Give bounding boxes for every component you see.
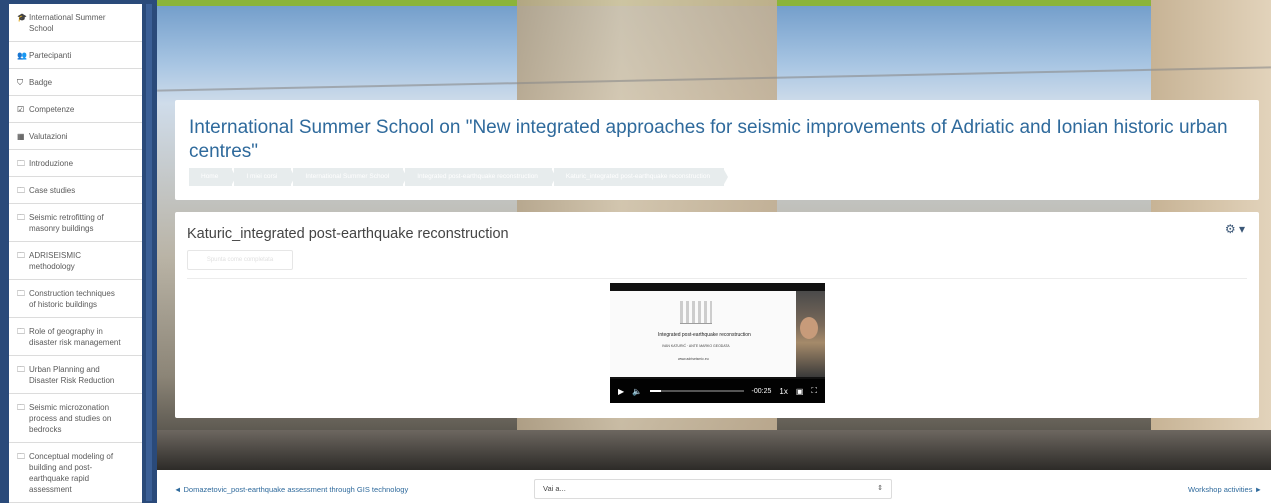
select-caret-icon: ⇕ (877, 485, 883, 492)
sidebar-item-conceptual-modeling[interactable]: 🗀 Conceptual modeling of building and pos… (9, 443, 142, 503)
sidebar-item-competenze[interactable]: ☑ Competenze (9, 96, 142, 123)
volume-icon[interactable]: 🔈 (632, 387, 642, 396)
sidebar-item-role-of-geography[interactable]: 🗀 Role of geography in disaster risk mana… (9, 318, 142, 356)
users-icon: 👥 (17, 51, 27, 60)
sidebar-item-urban-planning[interactable]: 🗀 Urban Planning and Disaster Risk Reduct… (9, 356, 142, 394)
slide-url: www.adriseismic.eu (678, 357, 709, 361)
folder-icon: 🗀 (17, 251, 25, 260)
folder-icon: 🗀 (17, 365, 25, 374)
folder-icon: 🗀 (17, 327, 25, 336)
course-index: 🎓 International Summer School 👥 Partecipan… (9, 4, 142, 503)
jump-to-select[interactable]: Vai a... ⇕ (534, 479, 892, 499)
pip-icon[interactable]: ▣ (796, 387, 804, 396)
video-slide: Integrated post-earthquake reconstructio… (610, 291, 796, 377)
folder-icon: 🗀 (17, 159, 25, 168)
sidebar-scrollbar[interactable] (146, 4, 152, 501)
playback-rate-button[interactable]: 1x (779, 387, 787, 396)
folder-icon: 🗀 (17, 213, 25, 222)
mark-done-button[interactable]: Spunta come completata (187, 250, 293, 270)
folder-icon: 🗀 (17, 403, 25, 412)
skyline-illustration (680, 301, 712, 324)
next-activity-link[interactable]: Workshop activities ► (1188, 485, 1262, 494)
sidebar-item-introduzione[interactable]: 🗀 Introduzione (9, 150, 142, 177)
hero-bottom (157, 430, 1271, 470)
sidebar-item-badge[interactable]: ⛉ Badge (9, 69, 142, 96)
page-header: International Summer School on "New inte… (175, 100, 1259, 200)
breadcrumb: Home I miei corsi International Summer S… (189, 168, 729, 186)
sidebar-item-case-studies[interactable]: 🗀 Case studies (9, 177, 142, 204)
folder-icon: 🗀 (17, 289, 25, 298)
activity-card: Katuric_integrated post-earthquake recon… (175, 212, 1259, 418)
sidebar-item-adriseismic[interactable]: 🗀 ADRISEISMIC methodology (9, 242, 142, 280)
check-square-icon: ☑ (17, 105, 25, 114)
prev-activity-link[interactable]: ◄ Domazetovic_post-earthquake assessment… (174, 485, 408, 494)
slide-subtitle: IVAN KATURIĆ · ANTE MARKO GEODATA (662, 344, 730, 348)
page-title: International Summer School on "New inte… (189, 117, 1228, 162)
shield-icon: ⛉ (17, 78, 23, 87)
fullscreen-icon[interactable]: ⛶ (811, 386, 817, 396)
breadcrumb-section[interactable]: Integrated post-earthquake reconstructio… (405, 168, 556, 186)
play-icon[interactable]: ▶ (618, 387, 624, 396)
activity-navigation: ◄ Domazetovic_post-earthquake assessment… (157, 470, 1271, 503)
chevron-down-icon: ▾ (1238, 222, 1245, 236)
slide-title: Integrated post-earthquake reconstructio… (658, 332, 751, 338)
sidebar-item-summer-school[interactable]: 🎓 International Summer School (9, 4, 142, 42)
breadcrumb-activity[interactable]: Katuric_integrated post-earthquake recon… (553, 168, 729, 186)
presenter-face (800, 317, 818, 339)
gear-icon[interactable]: ⚙ ▾ (1225, 222, 1245, 236)
webcam-feed (796, 291, 825, 377)
breadcrumb-home[interactable]: Home (189, 168, 237, 186)
course-sidebar: 🎓 International Summer School 👥 Partecipan… (0, 0, 157, 503)
sidebar-item-partecipanti[interactable]: 👥 Partecipanti (9, 42, 142, 69)
sidebar-item-construction-techniques[interactable]: 🗀 Construction techniques of historic bui… (9, 280, 142, 318)
folder-icon: 🗀 (17, 452, 25, 461)
video-progress[interactable] (650, 390, 744, 392)
video-controls: ▶ 🔈 -00:25 1x ▣ ⛶ (610, 379, 825, 403)
sidebar-item-valutazioni[interactable]: ▦ Valutazioni (9, 123, 142, 150)
video-time: -00:25 (751, 387, 772, 395)
video-player[interactable]: Integrated post-earthquake reconstructio… (610, 283, 825, 403)
table-icon: ▦ (17, 132, 25, 141)
folder-icon: 🗀 (17, 186, 25, 195)
jump-to-value: Vai a... (543, 484, 566, 493)
activity-title: Katuric_integrated post-earthquake recon… (187, 226, 509, 242)
divider (187, 278, 1247, 279)
sidebar-item-seismic-microzonation[interactable]: 🗀 Seismic microzonation process and studi… (9, 394, 142, 443)
breadcrumb-course[interactable]: International Summer School (293, 168, 408, 186)
sidebar-item-seismic-retrofitting[interactable]: 🗀 Seismic retrofitting of masonry buildin… (9, 204, 142, 242)
breadcrumb-my-courses[interactable]: I miei corsi (234, 168, 296, 186)
video-progress-fill (650, 390, 662, 392)
graduation-cap-icon: 🎓 (17, 13, 27, 22)
